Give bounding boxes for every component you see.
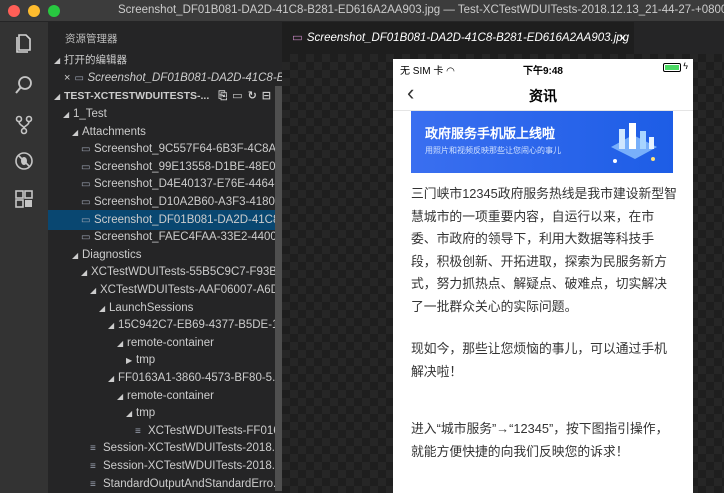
tree-item-label: Screenshot_99E13558-D1BE-48E0-B... — [94, 160, 282, 173]
tree-item-label: Screenshot_DF01B081-DA2D-41C8-... — [94, 213, 282, 226]
files-icon[interactable] — [12, 32, 36, 56]
text-file-icon: ≡ — [90, 478, 96, 490]
charging-icon: ϟ — [683, 61, 688, 71]
tree-item-label: FF0163A1-3860-4573-BF80-5... — [118, 372, 282, 384]
article-banner: 政府服务手机版上线啦 用照片和视频反映那些让您闹心的事儿 — [411, 111, 673, 173]
tree-item-label: 15C942C7-EB69-4377-B5DE-1... — [118, 319, 282, 332]
phone-nav-bar: ‹ 资讯 — [393, 77, 693, 111]
workspace-actions: ⎘▭↻⊟ — [218, 86, 276, 106]
sidebar-scrollbar[interactable] — [275, 86, 282, 491]
search-icon[interactable] — [12, 74, 36, 98]
tree-item-label: Session-XCTestWDUITests-2018... — [103, 460, 282, 472]
extensions-icon[interactable] — [12, 188, 36, 212]
battery-icon — [663, 63, 681, 72]
new-folder-icon[interactable]: ▭ — [232, 90, 247, 102]
tree-item-label: 1_Test — [73, 108, 107, 120]
window-title: Screenshot_DF01B081-DA2D-41C8-B281-ED616… — [118, 4, 724, 16]
minimize-window-button[interactable] — [28, 5, 40, 17]
image-file-icon: ▭ — [292, 32, 303, 44]
tree-item-stdout-log-file[interactable]: ≡ StandardOutputAndStandardErro... — [48, 474, 282, 493]
workspace-section[interactable]: ◢ TEST-XCTESTWDUITESTS-... ⎘▭↻⊟ — [48, 86, 282, 106]
tree-item-label: tmp — [136, 407, 156, 420]
explorer-title: 资源管理器 — [65, 33, 118, 45]
tree-item-label: Screenshot_FAEC4FAA-33E2-4400-... — [94, 231, 282, 244]
open-editor-item[interactable]: × ▭ Screenshot_DF01B081-DA2D-41C8-B... — [48, 68, 282, 88]
editor-area: ▭ Screenshot_DF01B081-DA2D-41C8-B281-ED61… — [282, 22, 724, 493]
tree-item-label: XCTestWDUITests-AAF06007-A6D... — [100, 284, 282, 296]
tree-item-label: Screenshot_D10A2B60-A3F3-4180-9... — [94, 196, 282, 208]
tree-item-label: Diagnostics — [82, 248, 142, 261]
maximize-window-button[interactable] — [48, 5, 60, 17]
phone-time: 下午9:48 — [522, 66, 563, 77]
open-editors-section[interactable]: ◢ 打开的编辑器 — [48, 50, 282, 70]
phone-screenshot: 无 SIM 卡 ◠ 下午9:48 ϟ ‹ 资讯 政府服务手机版上线啦 用照片和视… — [393, 59, 693, 493]
tree-item-label: remote-container — [127, 336, 214, 349]
tree-item-label: XCTestWDUITests-FF016... — [148, 424, 282, 437]
tree-item-label: StandardOutputAndStandardErro... — [103, 477, 282, 490]
explorer-sidebar: 资源管理器 ◢ 打开的编辑器 × ▭ Screenshot_DF01B081-DA2D… — [48, 22, 282, 493]
tree-item-label: Screenshot_9C557F64-6B3F-4C8A-... — [94, 143, 282, 156]
close-icon[interactable]: × — [64, 72, 70, 84]
tree-item-label: LaunchSessions — [109, 301, 194, 314]
banner-subtitle: 用照片和视频反映那些让您闹心的事儿 — [425, 146, 561, 155]
new-file-icon[interactable]: ⎘ — [218, 90, 232, 102]
activity-bar — [0, 22, 48, 493]
article-paragraph-3: 进入“城市服务”→“12345”，按下图指引操作，就能方便快捷的向我们反映您的诉… — [411, 421, 669, 459]
tree-item-label: Attachments — [82, 125, 146, 138]
close-window-button[interactable] — [8, 5, 20, 17]
tree-item-label: remote-container — [127, 389, 214, 402]
title-bar: Screenshot_DF01B081-DA2D-41C8-B281-ED616… — [0, 0, 724, 22]
article-paragraph-1: 三门峡市12345政府服务热线是我市建设新型智慧城市的一项重要内容，自运行以来，… — [411, 186, 677, 314]
city-illustration — [611, 123, 657, 163]
tree-item-label: Screenshot_D4E40137-E76E-4464-8... — [94, 178, 282, 191]
article-paragraph-2: 现如今，那些让您烦恼的事儿，可以通过手机解决啦！ — [411, 341, 667, 379]
article-title: 资讯 — [529, 88, 557, 104]
collapse-all-icon[interactable]: ⊟ — [262, 90, 276, 102]
debug-icon[interactable] — [12, 150, 36, 174]
tree-item-label: tmp — [136, 354, 156, 367]
tab-screenshot[interactable]: ▭ Screenshot_DF01B081-DA2D-41C8-B281-ED61… — [282, 22, 634, 54]
tab-close-button[interactable]: × — [619, 22, 626, 54]
refresh-icon[interactable]: ↻ — [248, 90, 262, 102]
banner-title: 政府服务手机版上线啦 — [425, 126, 556, 141]
vscode-window: Screenshot_DF01B081-DA2D-41C8-B281-ED616… — [0, 0, 724, 493]
phone-status-bar: 无 SIM 卡 ◠ 下午9:48 ϟ — [393, 59, 693, 77]
tree-item-label: Session-XCTestWDUITests-2018... — [103, 442, 282, 455]
tree-item-label: XCTestWDUITests-55B5C9C7-F93B... — [91, 266, 282, 279]
tab-bar: ▭ Screenshot_DF01B081-DA2D-41C8-B281-ED61… — [282, 22, 724, 54]
source-control-icon[interactable] — [12, 114, 36, 138]
